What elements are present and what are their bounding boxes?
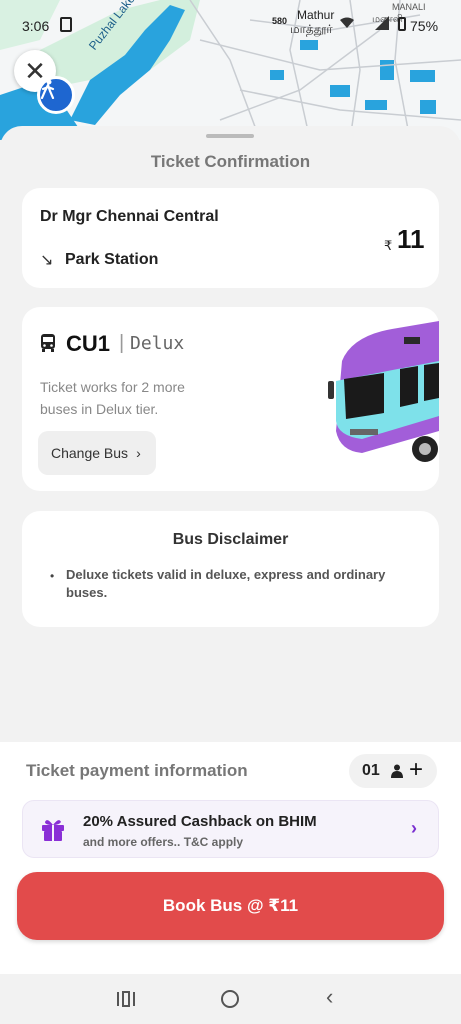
chevron-right-icon: › <box>411 818 417 838</box>
sim-card-icon <box>60 17 72 32</box>
bus-route-code: CU1 <box>66 331 111 356</box>
disclaimer-title: Bus Disclaimer <box>172 531 289 548</box>
change-bus-label: Change Bus <box>51 445 129 461</box>
cashback-offer-banner[interactable]: 20% Assured Cashback on BHIM and more of… <box>22 800 439 858</box>
offer-subtitle: and more offers.. T&C apply <box>83 835 244 849</box>
chevron-right-icon: › <box>136 445 141 461</box>
payment-panel: Ticket payment information 01 + 20% Assu… <box>0 742 461 974</box>
bus-separator: | <box>119 332 125 354</box>
change-bus-button[interactable]: Change Bus › <box>38 431 156 475</box>
home-icon[interactable] <box>221 990 239 1008</box>
add-passenger-button[interactable]: + <box>409 756 423 784</box>
road-number-label: 580 <box>272 16 288 26</box>
map-view[interactable]: Puzhal Lake 3:06 580 Mathur மாத்தூர் MAN… <box>0 0 461 140</box>
map-label-mathur: Mathur <box>297 8 335 22</box>
map-label-mathur-tamil: மாத்தூர் <box>290 22 333 36</box>
back-icon[interactable]: ‹ <box>326 984 333 1010</box>
rupee-icon: ₹ <box>384 238 393 253</box>
bus-disclaimer-card: Bus Disclaimer • Deluxe tickets valid in… <box>22 511 439 627</box>
arrow-down-right-icon: ↘ <box>40 252 54 269</box>
bullet-icon: • <box>50 569 55 583</box>
bus-icon <box>41 334 55 352</box>
battery-icon <box>398 17 406 31</box>
offer-title: 20% Assured Cashback on BHIM <box>83 813 317 830</box>
passenger-count-stepper[interactable]: 01 + <box>349 754 437 788</box>
status-time: 3:06 <box>22 18 50 34</box>
walking-location-marker[interactable] <box>37 76 75 114</box>
disclaimer-text: Deluxe tickets valid in deluxe, express … <box>66 567 386 600</box>
map-label-manali: MANALI <box>392 2 426 12</box>
to-station: Park Station <box>65 251 159 268</box>
sheet-drag-handle[interactable] <box>206 134 254 138</box>
walking-person-icon <box>40 79 55 99</box>
route-card: Dr Mgr Chennai Central ↘ Park Station ₹ … <box>22 188 439 288</box>
recent-apps-icon[interactable] <box>116 991 136 1007</box>
bus-tier-description: Ticket works for 2 more buses in Delux t… <box>40 379 185 417</box>
status-bar: 3:06 580 Mathur மாத்தூர் MANALI மணலி 75% <box>0 0 461 48</box>
bus-illustration <box>328 321 439 462</box>
fare-amount: 11 <box>397 224 425 254</box>
gift-icon <box>42 820 64 841</box>
from-station: Dr Mgr Chennai Central <box>40 208 219 225</box>
passenger-count: 01 <box>362 762 380 779</box>
system-navigation-bar: ‹ <box>0 974 461 1024</box>
sheet-title: Ticket Confirmation <box>150 152 311 171</box>
payment-title: Ticket payment information <box>26 761 248 780</box>
bus-card: CU1 | Delux Ticket works for 2 more buse… <box>22 307 439 491</box>
battery-percent: 75% <box>410 18 439 34</box>
book-bus-button[interactable]: Book Bus @ ₹11 <box>17 872 444 940</box>
person-icon <box>391 764 403 778</box>
ticket-sheet: Ticket Confirmation Dr Mgr Chennai Centr… <box>0 126 461 742</box>
signal-icon <box>375 16 389 30</box>
bus-tier: Delux <box>130 333 185 354</box>
